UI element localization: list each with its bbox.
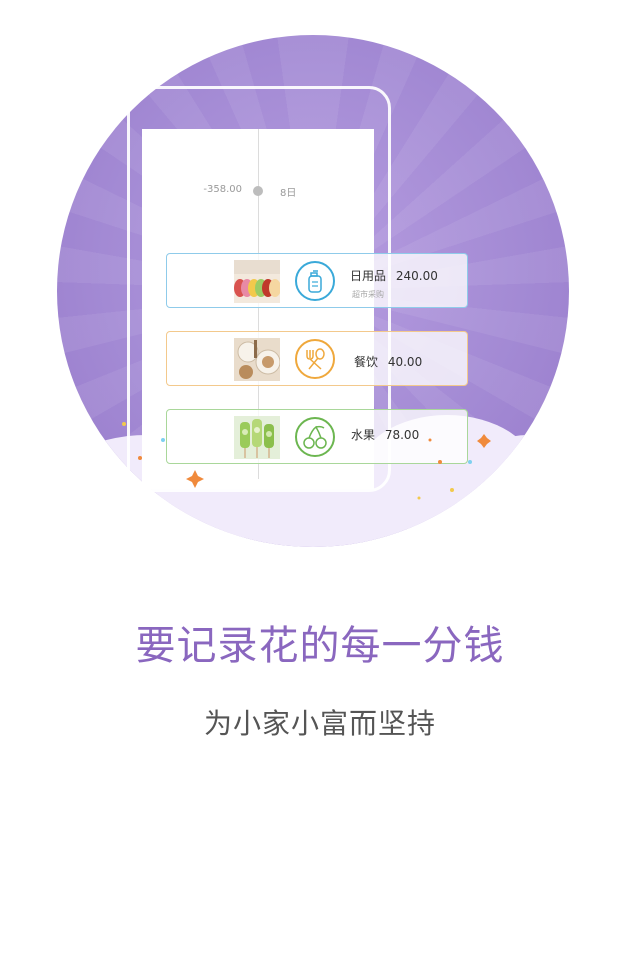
day-label: 8日: [280, 188, 297, 199]
food-photo: [234, 338, 280, 381]
lotion-bottle-icon: [294, 260, 336, 302]
expense-card-daily[interactable]: 日用品 240.00 超市采购: [166, 253, 468, 308]
note-text: 超市采购: [352, 290, 384, 299]
fruit-photo: [234, 416, 280, 459]
macarons-photo: [234, 260, 280, 303]
timeline-dot: [253, 186, 263, 196]
category-label: 餐饮: [354, 355, 379, 369]
category-label: 日用品: [350, 269, 387, 283]
category-label: 水果: [351, 428, 376, 442]
amount-value: 240.00: [395, 269, 438, 283]
tagline: 为小家小富而坚持: [203, 707, 436, 740]
expense-card-dining[interactable]: 餐饮 40.00: [166, 331, 468, 386]
expense-card-fruit[interactable]: 水果 78.00: [166, 409, 468, 464]
fork-spoon-icon: [294, 338, 336, 380]
daily-total: -358.00: [203, 184, 242, 195]
amount-value: 78.00: [384, 428, 420, 442]
amount-value: 40.00: [387, 355, 423, 369]
headline: 要记录花的每一分钱: [135, 623, 505, 669]
cherry-icon: [294, 416, 336, 458]
